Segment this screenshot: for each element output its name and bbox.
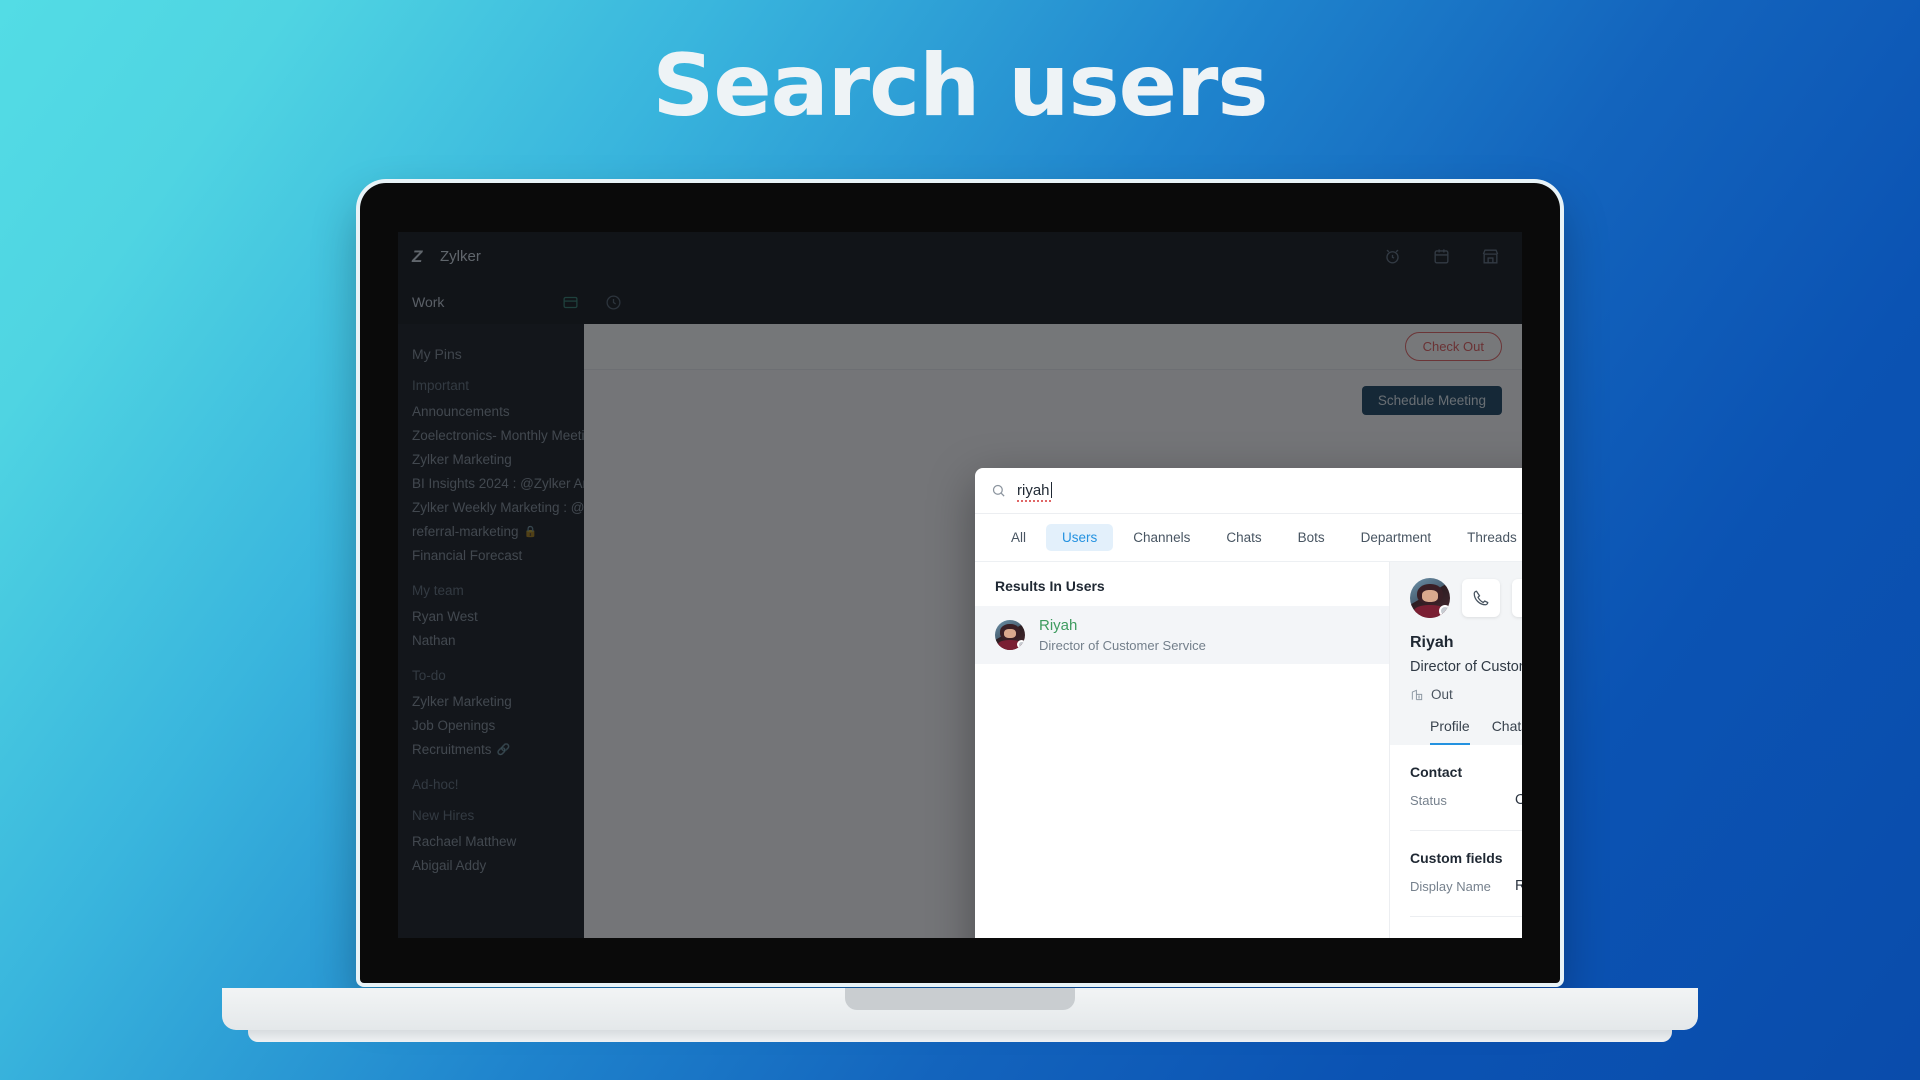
profile-presence: Out	[1410, 687, 1522, 702]
tab-profile[interactable]: Profile	[1430, 718, 1470, 745]
field-label: Display Name	[1410, 878, 1491, 894]
profile-actions	[1410, 578, 1522, 618]
search-result-row[interactable]: Riyah Director of Customer Service	[975, 606, 1389, 664]
profile-details: Contact Status Offline Custom fields Dis…	[1390, 745, 1522, 938]
search-query-text: riyah	[1017, 482, 1050, 499]
tab-bots[interactable]: Bots	[1282, 524, 1341, 551]
laptop-screen: Z Zylker Work	[398, 232, 1522, 938]
search-icon	[991, 483, 1006, 498]
laptop-mockup: Z Zylker Work	[0, 0, 1920, 1080]
laptop-trackpad-notch	[845, 988, 1075, 1010]
field-display-name: Display Name Riyah	[1410, 870, 1522, 902]
section-title-custom-fields: Custom fields	[1410, 850, 1503, 866]
profile-name: Riyah	[1410, 634, 1454, 651]
profile-column: ✕ Riyah Director of Customer Service Out…	[1390, 562, 1522, 938]
tab-chats[interactable]: Chats	[1210, 524, 1277, 551]
search-input[interactable]: riyah	[1017, 482, 1052, 502]
field-value: Riyah	[1515, 878, 1522, 894]
tab-channels[interactable]: Channels	[1117, 524, 1206, 551]
promo-background: Search users Z Zylker Wo	[0, 0, 1920, 1080]
video-call-icon[interactable]	[1512, 579, 1522, 617]
results-column: Results In Users Riyah Director of Custo…	[975, 562, 1390, 938]
presence-indicator	[1439, 605, 1450, 617]
search-tabs: All Users Channels Chats Bots Department…	[975, 514, 1522, 562]
result-subtitle: Director of Customer Service	[1039, 638, 1206, 653]
profile-tabs: Profile Chats in Common	[1410, 702, 1522, 745]
presence-indicator	[1017, 640, 1025, 649]
tab-all[interactable]: All	[995, 524, 1042, 551]
profile-avatar	[1410, 578, 1450, 618]
field-value: Offline	[1515, 792, 1522, 808]
result-name: Riyah	[1039, 617, 1078, 634]
tab-department[interactable]: Department	[1345, 524, 1448, 551]
results-header: Results In Users	[995, 578, 1105, 594]
call-icon[interactable]	[1462, 579, 1500, 617]
tab-threads[interactable]: Threads	[1451, 524, 1522, 551]
search-modal: riyah Search across Apps All Users Chann…	[975, 468, 1522, 938]
profile-presence-label: Out	[1431, 687, 1453, 702]
profile-designation: Director of Customer Service	[1410, 659, 1522, 675]
divider	[1410, 830, 1522, 831]
divider	[1410, 916, 1522, 917]
spellcheck-underline	[1017, 500, 1052, 502]
section-title-contact: Contact	[1410, 764, 1463, 780]
modal-body: Results In Users Riyah Director of Custo…	[975, 562, 1522, 938]
out-of-office-icon	[1411, 689, 1423, 700]
laptop-base-lip	[248, 1030, 1672, 1042]
section-title-work: Work	[1410, 936, 1522, 938]
tab-users[interactable]: Users	[1046, 524, 1114, 551]
tab-chats-in-common[interactable]: Chats in Common	[1492, 718, 1522, 745]
field-label: Status	[1410, 792, 1447, 808]
search-bar[interactable]: riyah Search across Apps	[975, 468, 1522, 514]
profile-header: ✕ Riyah Director of Customer Service Out…	[1390, 562, 1522, 745]
avatar	[995, 620, 1025, 650]
text-caret	[1050, 482, 1052, 498]
field-status: Status Offline	[1410, 784, 1522, 816]
